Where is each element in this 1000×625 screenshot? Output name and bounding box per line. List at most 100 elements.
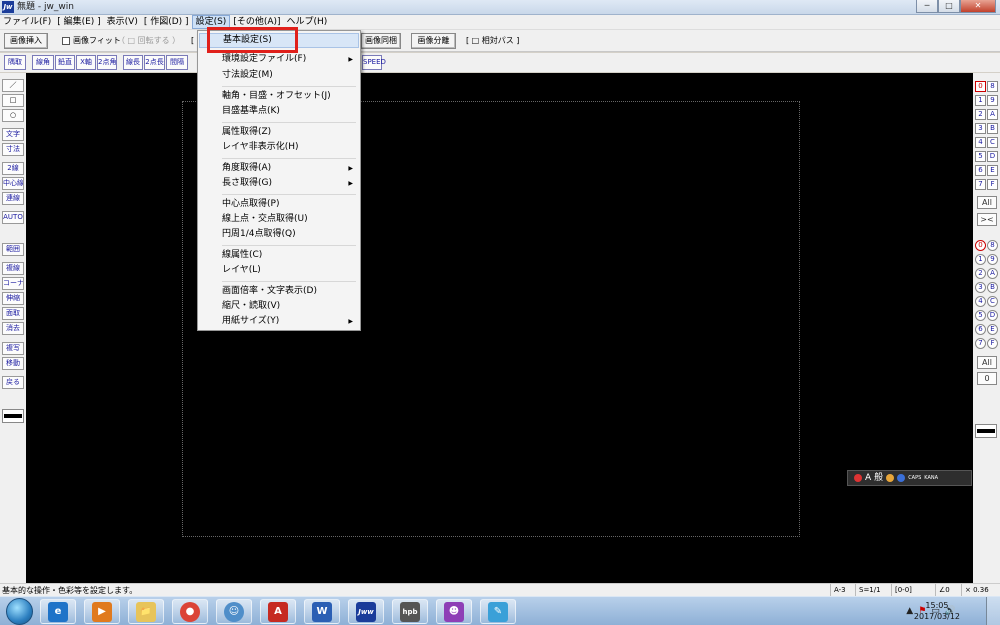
copy-tool-button[interactable]: 複写: [2, 342, 24, 355]
snap-corner-button[interactable]: 隅取: [4, 55, 26, 70]
layer-group-button[interactable]: 5: [975, 151, 986, 162]
chamfer-tool-button[interactable]: 面取: [2, 307, 24, 320]
snap-line-angle-button[interactable]: 線角: [32, 55, 54, 70]
menu-draw[interactable]: [ 作図(D) ]: [141, 15, 192, 29]
paint-app-taskbar-button[interactable]: ☻: [436, 599, 472, 624]
jww-taskbar-button[interactable]: Jww: [348, 599, 384, 624]
layer-group-button[interactable]: C: [987, 137, 998, 148]
image-sync-button[interactable]: 画像同梱: [361, 33, 401, 49]
menu-item-length-get[interactable]: 長さ取得(G) ▶: [199, 176, 359, 191]
menu-item-angle-get[interactable]: 角度取得(A) ▶: [199, 161, 359, 176]
layer-group-button[interactable]: 7: [975, 179, 986, 190]
menu-item-center-point[interactable]: 中心点取得(P): [199, 197, 359, 212]
close-button[interactable]: ✕: [960, 0, 996, 13]
menu-item-display-zoom[interactable]: 画面倍率・文字表示(D): [199, 284, 359, 299]
layer-group-button[interactable]: 8: [987, 81, 998, 92]
menu-item-env-file[interactable]: 環境設定ファイル(F) ▶: [199, 52, 359, 67]
taskbar-clock[interactable]: 15:05 2017/03/12: [914, 600, 960, 622]
layer-zero-button[interactable]: 0: [977, 372, 997, 385]
layer-button[interactable]: 4: [975, 296, 986, 307]
menu-item-paper-size[interactable]: 用紙サイズ(Y) ▶: [199, 314, 359, 329]
hpb-taskbar-button[interactable]: hpb: [392, 599, 428, 624]
layer-group-button[interactable]: 9: [987, 95, 998, 106]
all-layers-button[interactable]: All: [977, 356, 997, 369]
start-button[interactable]: [6, 598, 33, 625]
menu-item-quarter-point[interactable]: 円周1/4点取得(Q): [199, 227, 359, 242]
menu-item-layer[interactable]: レイヤ(L): [199, 263, 359, 278]
media-player-taskbar-button[interactable]: ▶: [84, 599, 120, 624]
layer-group-button[interactable]: E: [987, 165, 998, 176]
layer-button[interactable]: E: [987, 324, 998, 335]
chrome-taskbar-button[interactable]: ●: [172, 599, 208, 624]
move-tool-button[interactable]: 移動: [2, 357, 24, 370]
menu-view[interactable]: 表示(V): [104, 15, 141, 29]
double-line-tool-button[interactable]: 2線: [2, 162, 24, 175]
text-tool-button[interactable]: 文字: [2, 128, 24, 141]
paint-taskbar-button[interactable]: ✎: [480, 599, 516, 624]
fit-image-checkbox[interactable]: 画像フィット: [62, 35, 121, 47]
layer-button[interactable]: 8: [987, 240, 998, 251]
acrobat-taskbar-button[interactable]: A: [260, 599, 296, 624]
layer-button[interactable]: D: [987, 310, 998, 321]
layer-button[interactable]: 3: [975, 282, 986, 293]
menu-edit[interactable]: [ 編集(E) ]: [54, 15, 103, 29]
circle-tool-button[interactable]: ○: [2, 109, 24, 122]
ime-tool-icon[interactable]: [886, 474, 895, 482]
layer-group-button[interactable]: 3: [975, 123, 986, 134]
menu-item-line-attribute[interactable]: 線属性(C): [199, 248, 359, 263]
explorer-taskbar-button[interactable]: 📁: [128, 599, 164, 624]
menu-item-dimension-settings[interactable]: 寸法設定(M): [199, 68, 359, 83]
dimension-tool-button[interactable]: 寸法: [2, 143, 24, 156]
messenger-taskbar-button[interactable]: ☺: [216, 599, 252, 624]
ime-language-bar[interactable]: A 般 CAPS KANA: [847, 470, 972, 486]
snap-x-axis-button[interactable]: X軸: [76, 55, 96, 70]
layer-group-button[interactable]: 6: [975, 165, 986, 176]
menu-item-scale-base[interactable]: 目盛基準点(K): [199, 104, 359, 119]
line-width-indicator[interactable]: [975, 424, 997, 438]
snap-vertical-button[interactable]: 鉛直: [55, 55, 75, 70]
ie-taskbar-button[interactable]: e: [40, 599, 76, 624]
layer-group-button[interactable]: 4: [975, 137, 986, 148]
layer-group-button[interactable]: A: [987, 109, 998, 120]
layer-button[interactable]: C: [987, 296, 998, 307]
layer-button[interactable]: 9: [987, 254, 998, 265]
layer-button[interactable]: 6: [975, 324, 986, 335]
layer-button[interactable]: 1: [975, 254, 986, 265]
undo-button[interactable]: 戻る: [2, 376, 24, 389]
relative-path-checkbox[interactable]: [ □ 相対パス ]: [466, 35, 519, 47]
rectangle-tool-button[interactable]: □: [2, 94, 24, 107]
snap-2pt-length-button[interactable]: 2点長: [144, 55, 165, 70]
tray-expand-icon[interactable]: ▲: [906, 604, 913, 618]
menu-item-attribute-get[interactable]: 属性取得(Z): [199, 125, 359, 140]
corner-tool-button[interactable]: コーナー: [2, 277, 24, 290]
layer-button[interactable]: 0: [975, 240, 986, 251]
layer-group-button[interactable]: B: [987, 123, 998, 134]
menu-item-scale-read[interactable]: 縮尺・読取(V): [199, 299, 359, 314]
layer-button[interactable]: 7: [975, 338, 986, 349]
layer-group-button[interactable]: D: [987, 151, 998, 162]
range-tool-button[interactable]: 範囲: [2, 243, 24, 256]
menu-item-intersection[interactable]: 線上点・交点取得(U): [199, 212, 359, 227]
image-split-button[interactable]: 画像分離: [411, 33, 456, 49]
auto-tool-button[interactable]: AUTO: [2, 211, 24, 224]
maximize-button[interactable]: □: [938, 0, 960, 13]
layer-group-button[interactable]: F: [987, 179, 998, 190]
speed-button[interactable]: SPEED: [362, 55, 386, 70]
insert-image-button[interactable]: 画像挿入: [4, 33, 48, 49]
show-desktop-button[interactable]: [986, 597, 1000, 625]
line-tool-button[interactable]: ／: [2, 79, 24, 92]
layer-swap-button[interactable]: ><: [977, 213, 997, 226]
line-type-indicator[interactable]: [2, 409, 24, 423]
layer-button[interactable]: A: [987, 268, 998, 279]
ime-help-icon[interactable]: [897, 474, 906, 482]
connect-line-tool-button[interactable]: 連線: [2, 192, 24, 205]
all-layer-groups-button[interactable]: All: [977, 196, 997, 209]
layer-button[interactable]: F: [987, 338, 998, 349]
rotate-checkbox[interactable]: （ □ 回転する ）: [117, 35, 180, 47]
menu-item-layer-hide[interactable]: レイヤ非表示化(H): [199, 140, 359, 155]
erase-tool-button[interactable]: 消去: [2, 322, 24, 335]
ime-mode-label[interactable]: 般: [874, 471, 883, 485]
snap-2pt-angle-button[interactable]: 2点角: [97, 55, 117, 70]
minimize-button[interactable]: ─: [916, 0, 938, 13]
offset-tool-button[interactable]: 複線: [2, 262, 24, 275]
